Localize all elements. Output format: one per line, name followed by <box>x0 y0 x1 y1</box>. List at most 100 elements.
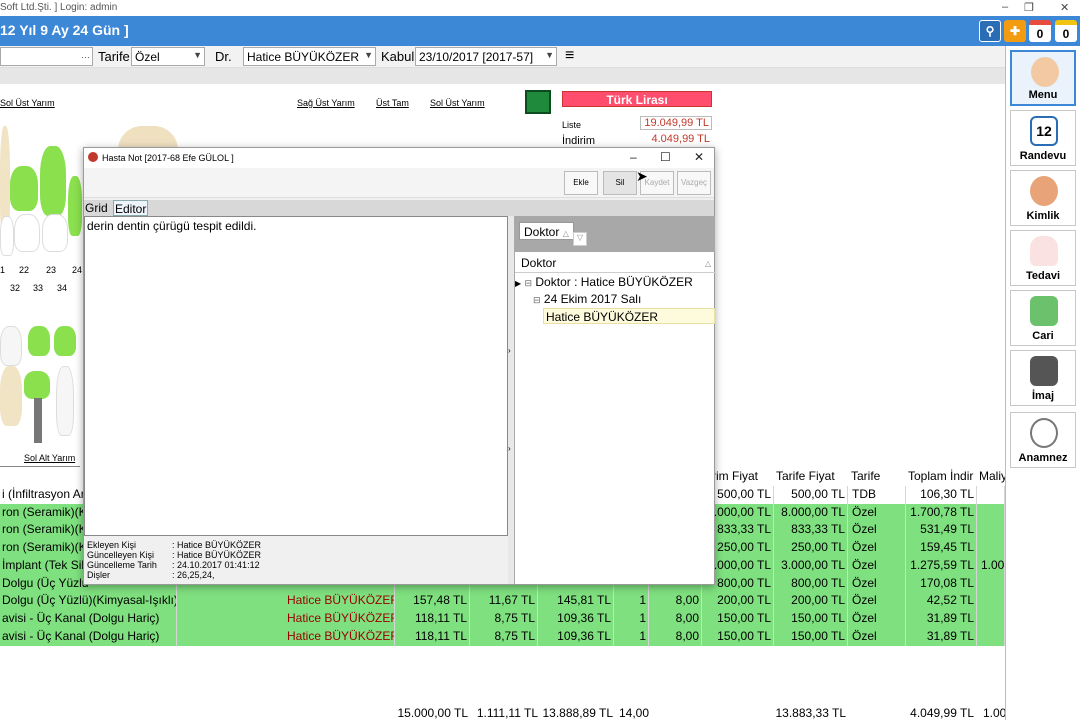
tooth[interactable] <box>68 176 82 236</box>
vazgec-button[interactable]: Vazgeç <box>677 171 711 195</box>
tooth-icon <box>1030 236 1058 266</box>
table-cell: 531,49 TL <box>907 521 977 540</box>
column-header[interactable]: Tarife Fiyat <box>776 468 848 486</box>
sort-icon: △ <box>705 259 712 268</box>
quadrant-label[interactable]: Sol Üst Yarım <box>0 98 55 108</box>
tree-leaf-row[interactable]: Hatice BÜYÜKÖZER <box>543 308 715 324</box>
kabul-select[interactable]: 23/10/2017 [2017-57] ▼ <box>415 47 557 66</box>
cari-button[interactable]: Cari <box>1010 290 1076 346</box>
menu-button[interactable]: Menu <box>1010 50 1076 106</box>
dialog-toolbar: Ekle Sil Kaydet Vazgeç <box>84 168 714 198</box>
kimlik-button-label: Kimlik <box>1026 210 1060 222</box>
plus-button[interactable]: ✚ <box>1004 20 1026 42</box>
table-cell: Hatice BÜYÜKÖZER <box>285 592 395 611</box>
tree-date-label: 24 Ekim 2017 Salı <box>543 292 642 306</box>
quadrant-label[interactable]: Sol Alt Yarım <box>24 453 75 463</box>
imaj-button[interactable]: İmaj <box>1010 350 1076 406</box>
total-value: 13.888,89 TL <box>542 706 613 720</box>
notification-badge-2[interactable]: 0 <box>1055 20 1077 42</box>
xray-icon <box>1030 356 1058 386</box>
tree-column-header[interactable]: Doktor <box>521 256 556 270</box>
dialog-title-bar: Hasta Not [2017-68 Efe GÜLOL ] – ☐ ✕ <box>84 148 714 168</box>
kimlik-button[interactable]: Kimlik <box>1010 170 1076 226</box>
table-cell: 118,11 TL <box>396 609 470 628</box>
tooth-number: 1 <box>0 265 6 275</box>
hamburger-menu-icon[interactable]: ≡ <box>565 47 574 65</box>
group-chip-doctor[interactable]: Doktor △ <box>519 222 574 240</box>
sil-button[interactable]: Sil <box>603 171 637 195</box>
table-cell <box>979 521 1005 540</box>
kabul-select-value: 23/10/2017 [2017-57] <box>419 50 534 64</box>
meta-label: Dişler <box>87 570 111 580</box>
tooth[interactable] <box>40 146 66 216</box>
tooth[interactable] <box>28 326 50 356</box>
table-row[interactable]: Dolgu (Üç Yüzlü)(Kimyasal-Işıklı) Hatice … <box>0 592 1005 611</box>
close-icon[interactable]: ✕ <box>1060 1 1069 14</box>
ekle-button[interactable]: Ekle <box>564 171 598 195</box>
tooth[interactable] <box>54 326 76 356</box>
collapse-icon[interactable]: ⊟ <box>525 278 533 288</box>
table-cell: 1.700,78 TL <box>907 503 977 522</box>
tab-grid[interactable]: Grid <box>84 200 109 216</box>
tooth[interactable] <box>0 216 14 256</box>
maximize-icon[interactable]: ☐ <box>660 150 671 164</box>
doctor-select[interactable]: Hatice BÜYÜKÖZER ▼ <box>243 47 376 66</box>
close-icon[interactable]: ✕ <box>694 150 704 164</box>
table-cell: 118,11 TL <box>396 627 470 646</box>
column-header[interactable]: Toplam İndir <box>908 468 978 486</box>
tab-editor[interactable]: Editor <box>113 200 149 216</box>
app-icon <box>88 152 98 162</box>
patients-icon <box>1030 176 1058 206</box>
tooth[interactable] <box>0 366 22 426</box>
quadrant-label[interactable]: Sol Üst Yarım <box>430 98 485 108</box>
column-header[interactable]: Maliy <box>979 468 1005 486</box>
implant-icon[interactable] <box>34 398 42 443</box>
dialog-tabs: Grid Editor <box>84 200 714 216</box>
minimize-icon[interactable]: – <box>1002 1 1008 13</box>
quadrant-label[interactable]: Sağ Üst Yarım <box>297 98 355 108</box>
group-chip-label: Doktor <box>524 225 560 239</box>
totals-row: 15.000,00 TL 1.111,11 TL 13.888,89 TL 14… <box>0 706 1006 720</box>
anamnez-button[interactable]: Anamnez <box>1010 412 1076 468</box>
table-row[interactable]: avisi - Üç Kanal (Dolgu Hariç) Hatice BÜY… <box>0 609 1005 628</box>
restore-icon[interactable]: ❐ <box>1024 1 1034 14</box>
sort-icon: △ <box>562 229 569 238</box>
table-cell: 8,75 TL <box>472 627 538 646</box>
tedavi-button[interactable]: Tedavi <box>1010 230 1076 286</box>
plus-icon: ✚ <box>1009 24 1021 38</box>
quadrant-label[interactable]: Üst Tam <box>376 98 409 108</box>
tooth[interactable] <box>42 214 68 252</box>
tedavi-button-label: Tedavi <box>1025 270 1061 282</box>
table-row[interactable]: avisi - Üç Kanal (Dolgu Hariç) Hatice BÜY… <box>0 627 1005 646</box>
chevron-right-icon[interactable]: › <box>508 346 511 355</box>
filter-icon[interactable]: ▽ <box>573 232 587 246</box>
tooth[interactable] <box>14 214 40 252</box>
divider <box>0 466 80 467</box>
randevu-button[interactable]: 12 Randevu <box>1010 110 1076 166</box>
tooth[interactable] <box>10 166 38 211</box>
column-header[interactable]: rim Fiyat <box>712 468 774 486</box>
chart-tool-icon[interactable] <box>525 90 551 114</box>
randevu-button-label: Randevu <box>1019 150 1067 162</box>
tree-group-row[interactable]: ▶ ⊟ Doktor : Hatice BÜYÜKÖZER <box>515 274 715 290</box>
dr-label: Dr. <box>215 49 232 64</box>
chevron-right-icon[interactable]: › <box>508 444 511 453</box>
column-header[interactable]: Tarife <box>851 468 905 486</box>
search-button[interactable]: ⚲ <box>979 20 1001 42</box>
table-cell: 109,36 TL <box>541 609 614 628</box>
patient-age-title: 12 Yıl 9 Ay 24 Gün ] <box>0 22 129 38</box>
tooth[interactable] <box>24 371 50 399</box>
table-cell: avisi - Üç Kanal (Dolgu Hariç) <box>0 627 177 646</box>
total-value: 14,00 <box>618 706 649 720</box>
table-cell: 150,00 TL <box>704 627 774 646</box>
tarife-select[interactable]: Özel ▼ <box>131 47 205 66</box>
tooth[interactable] <box>56 366 74 436</box>
patient-search-field[interactable]: … <box>0 47 93 66</box>
tree-date-row[interactable]: ⊟ 24 Ekim 2017 Salı <box>533 291 715 307</box>
notification-badge-1[interactable]: 0 <box>1029 20 1051 42</box>
minimize-icon[interactable]: – <box>630 150 637 164</box>
tooth-number: 24 <box>72 265 83 275</box>
collapse-icon[interactable]: ⊟ <box>533 295 541 305</box>
tooth[interactable] <box>0 326 22 366</box>
note-editor[interactable]: derin dentin çürügü tespit edildi. <box>84 216 508 536</box>
